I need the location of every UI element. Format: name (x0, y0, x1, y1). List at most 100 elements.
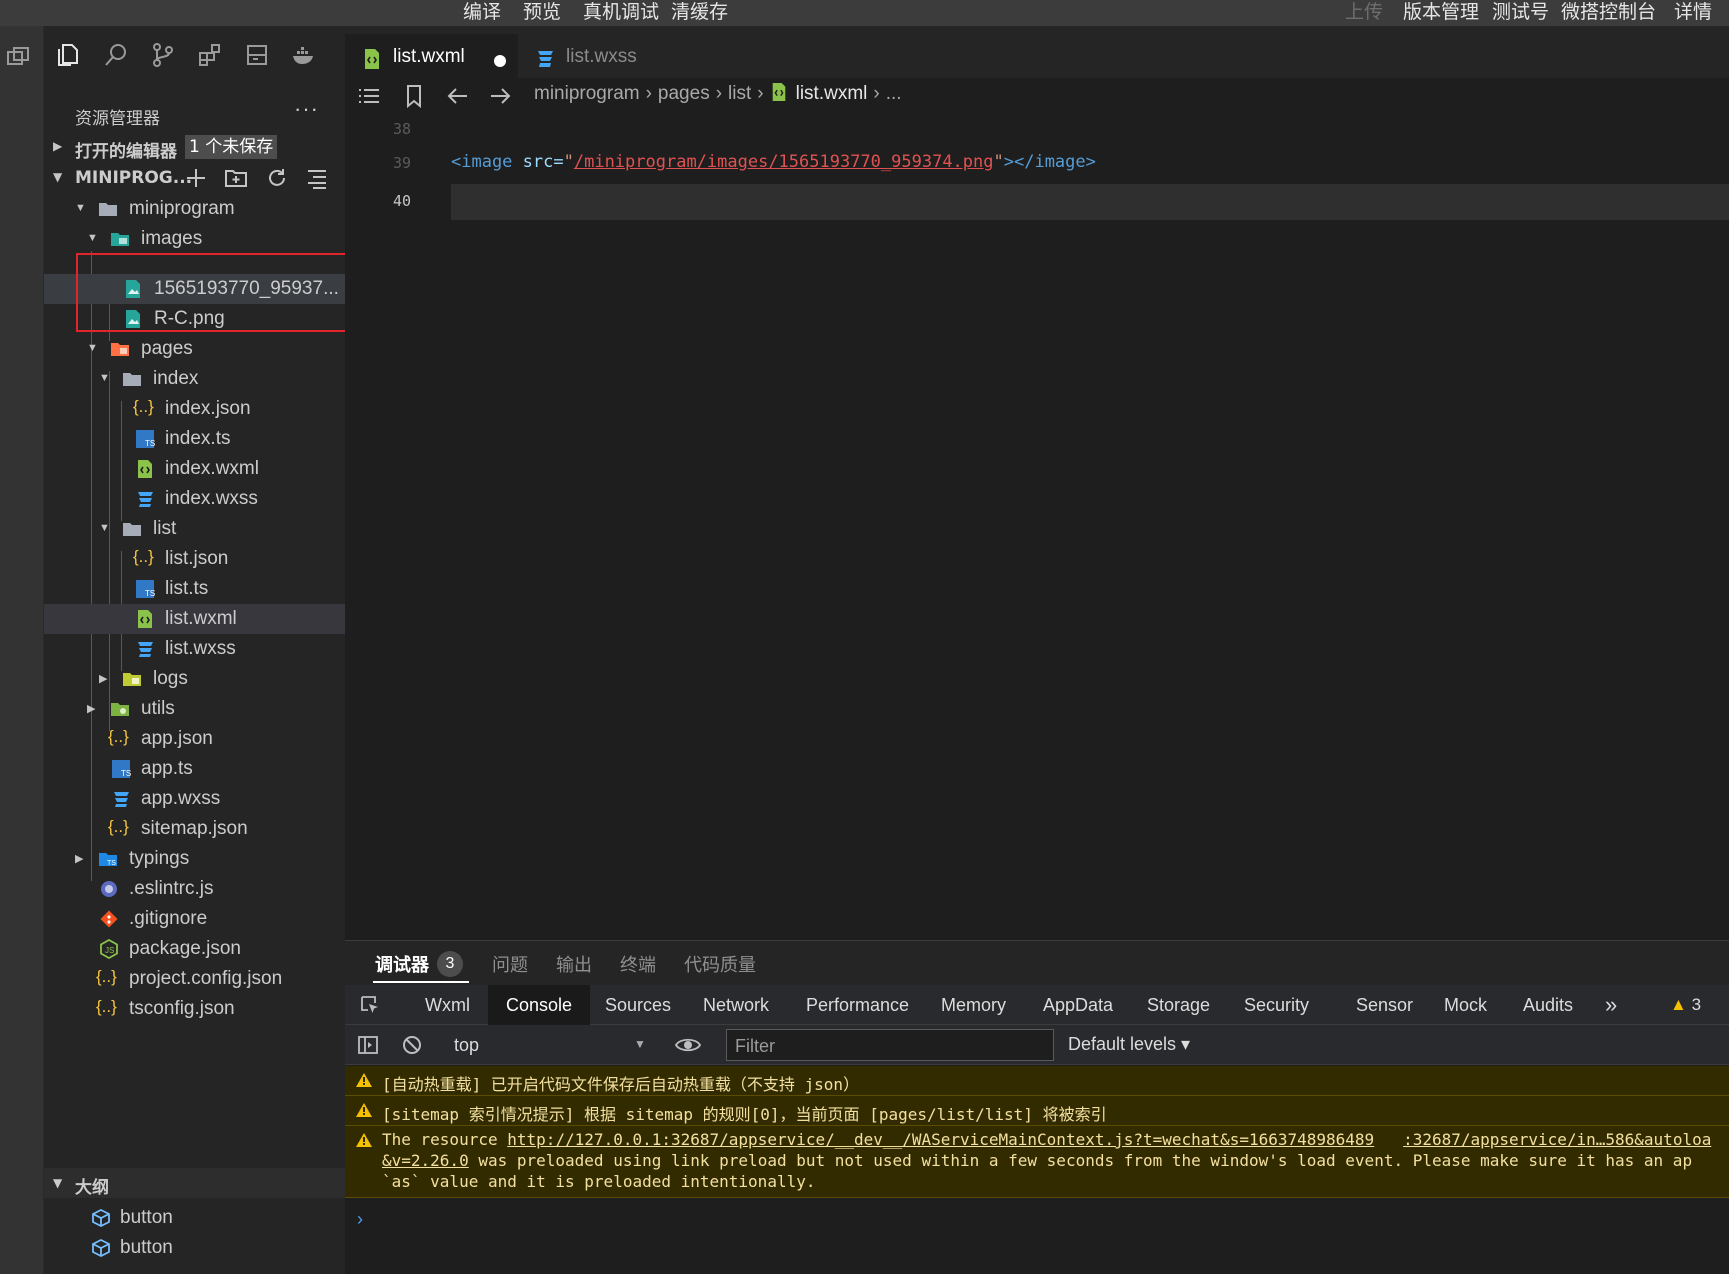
menu-preview[interactable]: 预览 (523, 0, 561, 26)
tab-problems[interactable]: 问题 (492, 951, 528, 977)
arrow-left-icon[interactable] (446, 84, 470, 108)
devtools-tab-storage[interactable]: Storage (1147, 985, 1210, 1025)
menu-compile[interactable]: 编译 (463, 0, 501, 26)
open-editors-section[interactable]: ▶ 打开的编辑器 1 个未保存 (44, 132, 345, 162)
storage-icon[interactable] (242, 40, 272, 70)
menu-weida-console[interactable]: 微搭控制台 (1561, 0, 1656, 26)
tree-file-package[interactable]: JS package.json (44, 934, 345, 964)
inspect-element-icon[interactable] (359, 994, 381, 1016)
dropdown-arrow-icon[interactable]: ▼ (634, 1037, 646, 1051)
context-select[interactable]: top (454, 1035, 479, 1056)
menu-device-debug[interactable]: 真机调试 (583, 0, 659, 26)
extensions-icon[interactable] (195, 40, 225, 70)
log-levels-select[interactable]: Default levels ▾ (1068, 1034, 1190, 1055)
collapse-all-icon[interactable] (305, 166, 329, 190)
tree-file-ts[interactable]: TS index.ts (44, 424, 345, 454)
arrow-right-icon[interactable] (488, 84, 512, 108)
outline-item[interactable]: button (44, 1203, 345, 1233)
menu-details[interactable]: 详情 (1674, 0, 1712, 26)
chevron-down-icon: ▼ (87, 232, 98, 244)
log-link[interactable]: &v=2.26.0 (382, 1151, 469, 1170)
breadcrumb-item[interactable]: miniprogram (534, 83, 640, 104)
more-tabs-icon[interactable]: » (1605, 985, 1617, 1025)
clear-console-icon[interactable] (401, 1034, 423, 1056)
menu-test-account[interactable]: 测试号 (1492, 0, 1549, 26)
tree-folder-utils[interactable]: ▶ utils (44, 694, 345, 724)
tab-output[interactable]: 输出 (556, 951, 592, 977)
devtools-tab-security[interactable]: Security (1244, 985, 1309, 1025)
code-token-path[interactable]: /miniprogram/images/1565193770_959374.pn… (574, 152, 994, 172)
tree-file-wxss[interactable]: app.wxss (44, 784, 345, 814)
eye-icon[interactable] (674, 1034, 702, 1056)
tree-file-wxml[interactable]: index.wxml (44, 454, 345, 484)
tab-debugger[interactable]: 调试器 (375, 951, 429, 977)
tree-folder-index[interactable]: ▼ index (44, 364, 345, 394)
console-prompt-icon[interactable]: › (357, 1209, 363, 1230)
menu-clear-cache[interactable]: 清缓存 (671, 0, 728, 26)
log-text: `as` value and it is preloaded intention… (382, 1172, 816, 1191)
docker-icon[interactable] (289, 40, 319, 70)
devtools-tab-mock[interactable]: Mock (1444, 985, 1487, 1025)
console-toolbar: top ▼ Filter Default levels ▾ (345, 1025, 1729, 1065)
more-actions-icon[interactable]: ··· (294, 96, 319, 122)
tree-file-json[interactable]: {..} tsconfig.json (44, 994, 345, 1024)
bookmark-icon[interactable] (402, 84, 426, 109)
outline-item[interactable]: button (44, 1233, 345, 1263)
breadcrumb-item[interactable]: list (728, 83, 751, 104)
project-section[interactable]: ▼ MINIPROG... (44, 163, 345, 193)
tree-file-json[interactable]: {..} project.config.json (44, 964, 345, 994)
devtools-tab-appdata[interactable]: AppData (1043, 985, 1113, 1025)
tree-folder-miniprogram[interactable]: ▼ miniprogram (44, 194, 345, 224)
code-editor[interactable]: 38 39 40 <image src="/miniprogram/images… (345, 112, 1729, 940)
tree-file-ts[interactable]: TS app.ts (44, 754, 345, 784)
tree-file-gitignore[interactable]: .gitignore (44, 904, 345, 934)
tree-file-ts[interactable]: TS list.ts (44, 574, 345, 604)
devtools-tab-audits[interactable]: Audits (1523, 985, 1573, 1025)
files-icon[interactable] (54, 40, 84, 70)
tree-label: index.ts (165, 428, 231, 449)
source-control-icon[interactable] (148, 40, 178, 70)
tree-file-eslint[interactable]: .eslintrc.js (44, 874, 345, 904)
tree-file-wxss[interactable]: index.wxss (44, 484, 345, 514)
breadcrumb-item[interactable]: pages (658, 83, 710, 104)
filter-input[interactable]: Filter (726, 1029, 1054, 1061)
breadcrumb-item[interactable]: list.wxml (796, 83, 868, 104)
devtools-tab-sources[interactable]: Sources (605, 985, 671, 1025)
menu-version-manage[interactable]: 版本管理 (1403, 0, 1479, 26)
devtools-tab-network[interactable]: Network (703, 985, 769, 1025)
new-folder-icon[interactable] (224, 166, 248, 190)
wxss-file-icon (535, 48, 555, 70)
tree-folder-list[interactable]: ▼ list (44, 514, 345, 544)
list-icon[interactable] (357, 84, 381, 108)
tree-file-json[interactable]: {..} index.json (44, 394, 345, 424)
tree-folder-images[interactable]: ▼ images (44, 224, 345, 254)
tree-folder-typings[interactable]: ▶ TS typings (44, 844, 345, 874)
devtools-tab-sensor[interactable]: Sensor (1356, 985, 1413, 1025)
tree-file-json[interactable]: {..} app.json (44, 724, 345, 754)
tab-terminal[interactable]: 终端 (620, 951, 656, 977)
tree-file-wxss[interactable]: list.wxss (44, 634, 345, 664)
tree-folder-logs[interactable]: ▶ logs (44, 664, 345, 694)
tree-file-json[interactable]: {..} sitemap.json (44, 814, 345, 844)
new-file-icon[interactable] (184, 166, 208, 190)
wxml-file-icon (770, 82, 788, 102)
refresh-icon[interactable] (265, 166, 289, 190)
search-icon[interactable] (101, 40, 131, 70)
breadcrumb-item[interactable]: ... (886, 83, 902, 104)
tab-code-quality[interactable]: 代码质量 (684, 951, 756, 977)
unsaved-dot-icon[interactable] (494, 55, 506, 67)
devtools-tab-memory[interactable]: Memory (941, 985, 1006, 1025)
windows-icon[interactable] (6, 44, 32, 70)
devtools-tab-console[interactable]: Console (488, 985, 591, 1025)
log-source-link[interactable]: :32687/appservice/in…586&autoloa (1403, 1130, 1711, 1149)
console-warning: The resource http://127.0.0.1:32687/apps… (345, 1126, 1729, 1198)
tree-file-wxml[interactable]: list.wxml (44, 604, 345, 634)
devtools-tab-performance[interactable]: Performance (806, 985, 909, 1025)
outline-section[interactable]: ▼ 大纲 (44, 1168, 345, 1198)
log-link[interactable]: http://127.0.0.1:32687/appservice/__dev_… (507, 1130, 1374, 1149)
devtools-tab-wxml[interactable]: Wxml (425, 985, 470, 1025)
tree-folder-pages[interactable]: ▼ pages (44, 334, 345, 364)
sidebar-toggle-icon[interactable] (357, 1034, 379, 1056)
warning-counter[interactable]: ▲ 3 (1670, 985, 1701, 1025)
tree-file-json[interactable]: {..} list.json (44, 544, 345, 574)
